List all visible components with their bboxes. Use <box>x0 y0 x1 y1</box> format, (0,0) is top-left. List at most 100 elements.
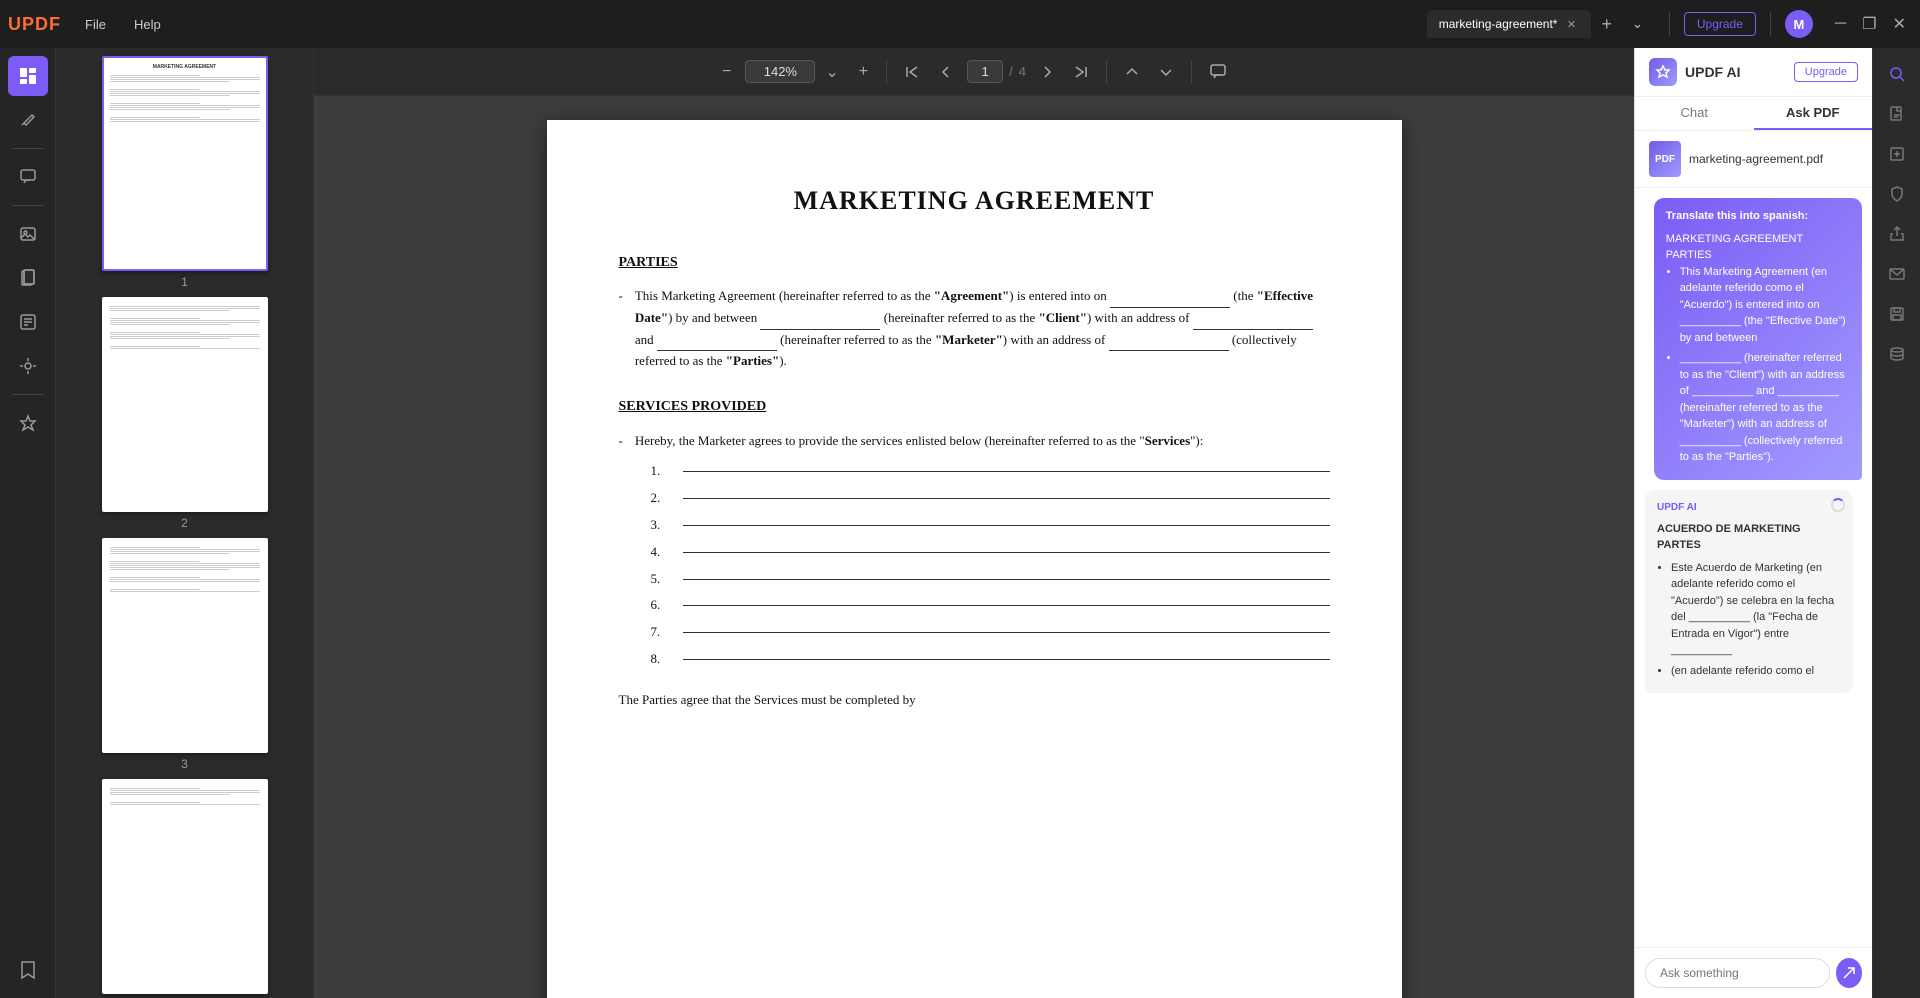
nav-last-button[interactable] <box>1068 61 1094 83</box>
zoom-out-button[interactable]: − <box>716 59 737 85</box>
ai-logo: UPDF AI <box>1649 58 1740 86</box>
thumb-image-2 <box>102 297 268 512</box>
toolbar-sep2 <box>1106 60 1107 84</box>
pdf-list-num-8: 8. <box>651 649 671 670</box>
tab-ask-pdf[interactable]: Ask PDF <box>1754 97 1873 130</box>
ai-response-bullet-2: (en adelante referido como el <box>1671 663 1841 680</box>
sidebar-icon-comment[interactable] <box>8 157 48 197</box>
zoom-display[interactable]: 142% <box>745 60 815 83</box>
thumbnail-page-3[interactable]: 3 <box>64 538 305 771</box>
nav-down-button[interactable] <box>1153 61 1179 83</box>
right-icon-mail[interactable] <box>1879 256 1915 292</box>
ai-input-field[interactable] <box>1645 958 1830 988</box>
ai-sender-label: UPDF AI <box>1657 500 1841 515</box>
pdf-toolbar: − 142% ⌄ + / 4 <box>314 48 1634 96</box>
pdf-bullet-2: - <box>619 431 623 452</box>
comment-button[interactable] <box>1204 60 1232 84</box>
pdf-section-services: SERVICES PROVIDED <box>619 396 1330 418</box>
tab-chat[interactable]: Chat <box>1635 97 1754 130</box>
pdf-list-item-1: 1. <box>651 461 1330 482</box>
nav-up-button[interactable] <box>1119 61 1145 83</box>
pdf-list-line-7 <box>683 632 1330 633</box>
pdf-list-item-4: 4. <box>651 542 1330 563</box>
file-menu-button[interactable]: File <box>73 11 118 38</box>
page-number-input[interactable] <box>967 60 1003 83</box>
thumb-label-2: 2 <box>181 516 188 530</box>
app-logo: UPDF <box>8 14 61 35</box>
nav-next-button[interactable] <box>1034 61 1060 83</box>
help-menu-button[interactable]: Help <box>122 11 173 38</box>
pdf-bold-agreement: "Agreement" <box>934 288 1010 303</box>
pdf-services-list: 1. 2. 3. 4. <box>651 461 1330 669</box>
sidebar-icon-image[interactable] <box>8 214 48 254</box>
thumbnail-page-4[interactable]: 4 <box>64 779 305 998</box>
pdf-list-num-7: 7. <box>651 622 671 643</box>
pdf-list-item-8: 8. <box>651 649 1330 670</box>
ai-panel: UPDF AI Upgrade Chat Ask PDF PDF marketi… <box>1634 48 1872 998</box>
right-sidebar <box>1872 48 1920 998</box>
right-icon-save[interactable] <box>1879 296 1915 332</box>
close-button[interactable]: ✕ <box>1887 10 1912 38</box>
ai-upgrade-button[interactable]: Upgrade <box>1794 62 1858 82</box>
nav-prev-button[interactable] <box>933 61 959 83</box>
sidebar-icon-ai[interactable] <box>8 403 48 443</box>
right-icon-search[interactable] <box>1879 56 1915 92</box>
toolbar-sep3 <box>1191 60 1192 84</box>
pdf-list-line-5 <box>683 579 1330 580</box>
pdf-viewer: − 142% ⌄ + / 4 <box>314 48 1634 998</box>
tab-close-button[interactable]: ✕ <box>1563 16 1579 32</box>
sidebar-icon-forms[interactable] <box>8 302 48 342</box>
pdf-list-line-6 <box>683 605 1330 606</box>
pdf-blank-3 <box>1193 308 1313 330</box>
pdf-list-line-3 <box>683 525 1330 526</box>
pdf-list-num-6: 6. <box>651 595 671 616</box>
sidebar-icon-bookmark[interactable] <box>8 950 48 990</box>
sidebar-icon-edit[interactable] <box>8 100 48 140</box>
thumb-image-3 <box>102 538 268 753</box>
pdf-text-2: Hereby, the Marketer agrees to provide t… <box>635 431 1330 452</box>
upgrade-button[interactable]: Upgrade <box>1684 12 1756 36</box>
maximize-button[interactable]: ❐ <box>1856 10 1882 38</box>
tab-marketing-agreement[interactable]: marketing-agreement* ✕ <box>1427 10 1592 38</box>
dropdown-button[interactable]: ⌄ <box>1620 10 1655 38</box>
thumb-image-4 <box>102 779 268 994</box>
right-icon-edit2[interactable] <box>1879 136 1915 172</box>
ai-file-icon: PDF <box>1649 141 1681 177</box>
sidebar-icon-pages[interactable] <box>8 258 48 298</box>
ai-tabs: Chat Ask PDF <box>1635 97 1872 131</box>
right-icon-database[interactable] <box>1879 336 1915 372</box>
thumbnail-page-2[interactable]: 2 <box>64 297 305 530</box>
add-tab-button[interactable]: + <box>1593 10 1620 39</box>
ai-file-name: marketing-agreement.pdf <box>1689 152 1823 166</box>
pdf-title: MARKETING AGREEMENT <box>619 180 1330 222</box>
right-icon-protect[interactable] <box>1879 176 1915 212</box>
sidebar-separator3 <box>12 394 44 395</box>
ai-messages: Translate this into spanish: MARKETING A… <box>1635 188 1872 947</box>
pdf-list-num-3: 3. <box>651 515 671 536</box>
ai-response-bullet-1: Este Acuerdo de Marketing (en adelante r… <box>1671 560 1841 659</box>
topbar-menu: File Help <box>73 11 1427 38</box>
ai-file-reference: PDF marketing-agreement.pdf <box>1635 131 1872 188</box>
thumbnail-page-1[interactable]: MARKETING AGREEMENT <box>64 56 305 289</box>
pdf-list-num-4: 4. <box>651 542 671 563</box>
user-avatar[interactable]: M <box>1785 10 1813 38</box>
ai-input-area <box>1635 947 1872 998</box>
thumb-image-1: MARKETING AGREEMENT <box>102 56 268 271</box>
zoom-in-button[interactable]: + <box>853 59 874 85</box>
right-icon-share[interactable] <box>1879 216 1915 252</box>
tab-bar: marketing-agreement* ✕ + <box>1427 10 1620 39</box>
pdf-list-num-1: 1. <box>651 461 671 482</box>
sidebar-icon-tools[interactable] <box>8 346 48 386</box>
zoom-dropdown-button[interactable]: ⌄ <box>819 58 844 86</box>
thumb-label-1: 1 <box>181 275 188 289</box>
right-icon-pdf-convert[interactable] <box>1879 96 1915 132</box>
minimize-button[interactable]: ─ <box>1829 10 1852 38</box>
thumb-label-3: 3 <box>181 757 188 771</box>
nav-first-button[interactable] <box>899 61 925 83</box>
pdf-paragraph-1: - This Marketing Agreement (hereinafter … <box>619 286 1330 372</box>
topbar: UPDF File Help marketing-agreement* ✕ + … <box>0 0 1920 48</box>
pdf-content-area[interactable]: MARKETING AGREEMENT PARTIES - This Marke… <box>314 96 1634 998</box>
pdf-closing-text: The Parties agree that the Services must… <box>619 690 1330 711</box>
sidebar-icon-view[interactable] <box>8 56 48 96</box>
ai-send-button[interactable] <box>1836 958 1862 988</box>
